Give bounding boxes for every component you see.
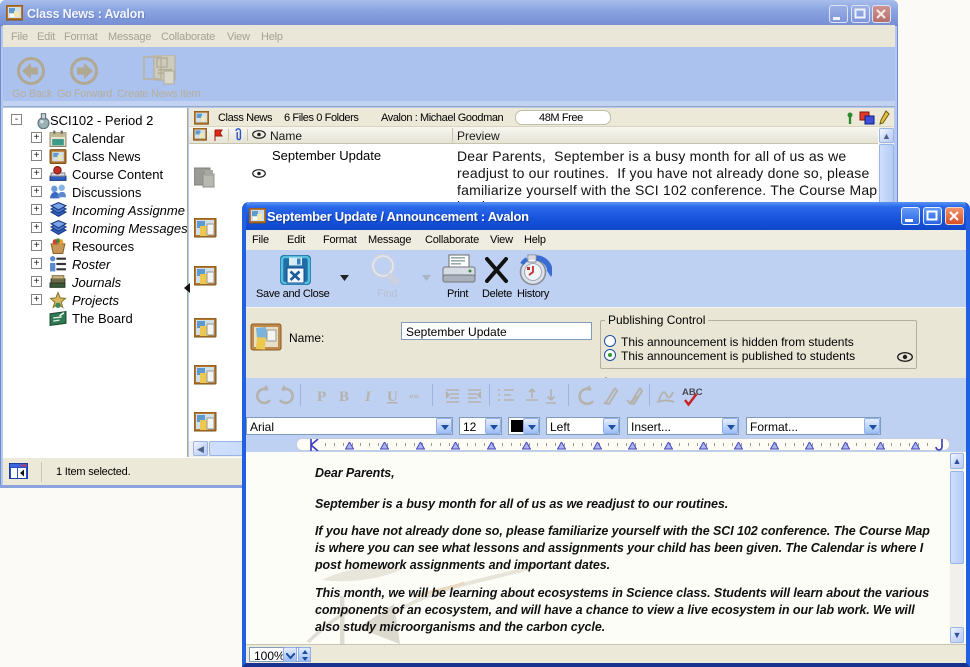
svg-text:B: B xyxy=(339,389,349,405)
svg-text:I: I xyxy=(364,389,372,405)
svg-text:U: U xyxy=(387,389,398,405)
svg-text:P: P xyxy=(317,389,326,405)
svg-text:«»: «» xyxy=(409,391,419,402)
svg-text:ABC: ABC xyxy=(682,387,703,398)
